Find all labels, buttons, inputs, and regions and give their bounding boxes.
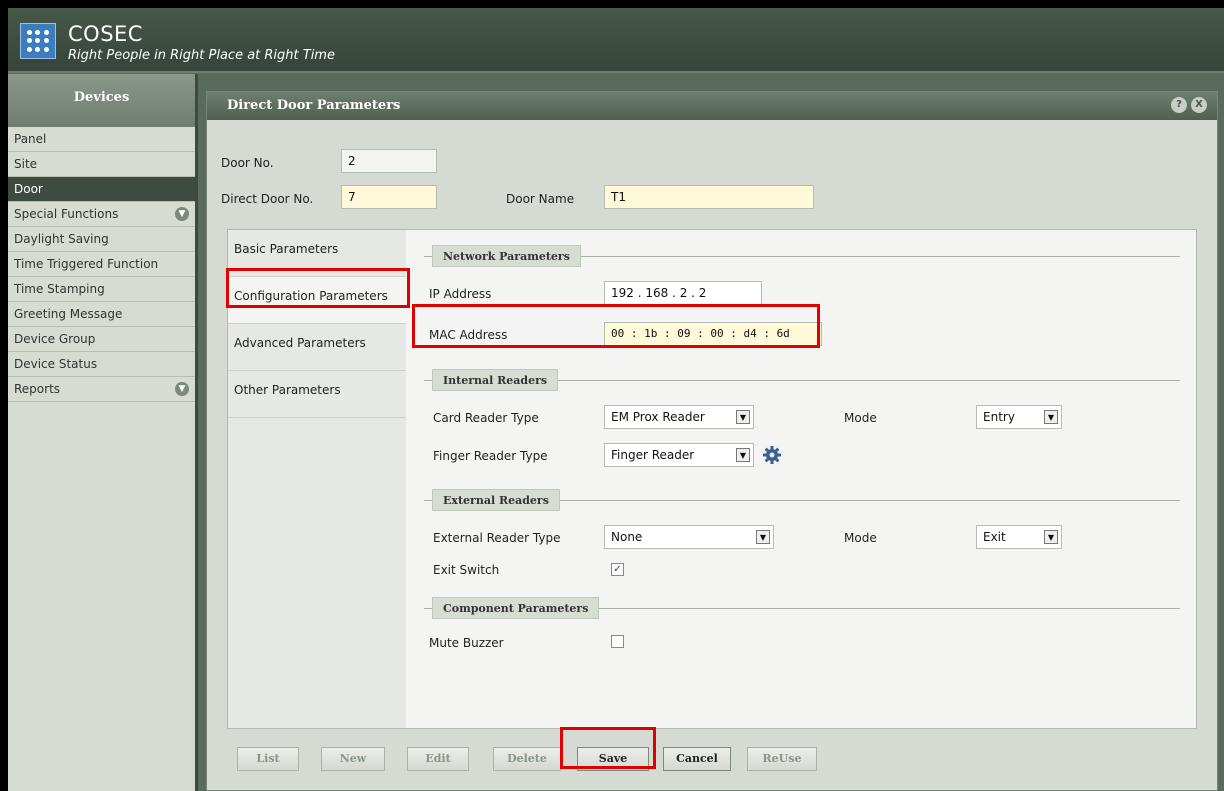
list-button[interactable]: List (237, 747, 299, 771)
app-tagline: Right People in Right Place at Right Tim… (68, 48, 335, 63)
chevron-down-icon[interactable]: ▼ (175, 207, 189, 221)
card-reader-type-label: Card Reader Type (433, 411, 539, 425)
select-value: EM Prox Reader (611, 410, 705, 424)
delete-button[interactable]: Delete (493, 747, 561, 771)
door-name-field[interactable]: T1 (604, 185, 814, 209)
sidebar-item-device-status[interactable]: Device Status (8, 352, 195, 377)
sidebar-item-label: Special Functions (14, 207, 119, 221)
sidebar-item-time-stamping[interactable]: Time Stamping (8, 277, 195, 302)
section-title: External Readers (432, 489, 560, 511)
chevron-down-icon[interactable]: ▼ (1044, 530, 1058, 544)
direct-door-no-field[interactable]: 7 (341, 185, 437, 209)
sidebar-title: Devices (8, 74, 195, 127)
sidebar-item-special-functions[interactable]: Special Functions ▼ (8, 202, 195, 227)
external-readers-section: External Readers (424, 489, 1180, 511)
cosec-logo-icon (20, 23, 56, 59)
sidebar-item-device-group[interactable]: Device Group (8, 327, 195, 352)
highlight-box-save-button (560, 727, 656, 769)
component-parameters-section: Component Parameters (424, 597, 1180, 619)
reuse-button[interactable]: ReUse (747, 747, 817, 771)
select-value: Entry (983, 410, 1015, 424)
exit-switch-checkbox[interactable]: ✓ (611, 563, 624, 576)
highlight-box-mac-address (412, 304, 820, 348)
app-window: COSEC Right People in Right Place at Rig… (8, 8, 1224, 791)
ip-address-label: IP Address (429, 287, 492, 301)
chevron-down-icon[interactable]: ▼ (736, 448, 750, 462)
app-title: COSEC (68, 22, 143, 46)
external-mode-label: Mode (844, 531, 877, 545)
panel-title: Direct Door Parameters (227, 98, 401, 113)
sidebar-item-panel[interactable]: Panel (8, 127, 195, 152)
select-value: Exit (983, 530, 1006, 544)
finger-reader-type-select[interactable]: Finger Reader ▼ (604, 443, 754, 467)
sidebar-item-door[interactable]: Door (8, 177, 195, 202)
gear-icon[interactable] (762, 445, 782, 465)
select-value: None (611, 530, 643, 544)
sidebar-item-reports[interactable]: Reports ▼ (8, 377, 195, 402)
chevron-down-icon[interactable]: ▼ (756, 530, 770, 544)
panel-header: Direct Door Parameters ? X (207, 92, 1217, 120)
mute-buzzer-checkbox[interactable] (611, 635, 624, 648)
card-reader-type-select[interactable]: EM Prox Reader ▼ (604, 405, 754, 429)
internal-readers-section: Internal Readers (424, 369, 1180, 391)
door-no-label: Door No. (221, 156, 274, 170)
cancel-button[interactable]: Cancel (663, 747, 731, 771)
door-name-label: Door Name (506, 192, 575, 206)
section-title: Internal Readers (432, 369, 559, 391)
edit-button[interactable]: Edit (407, 747, 469, 771)
app-header: COSEC Right People in Right Place at Rig… (8, 8, 1224, 73)
close-icon[interactable]: X (1191, 97, 1207, 113)
network-parameters-section: Network Parameters (424, 245, 1180, 267)
section-title: Network Parameters (432, 245, 581, 267)
sidebar-item-time-triggered-function[interactable]: Time Triggered Function (8, 252, 195, 277)
sidebar-item-greeting-message[interactable]: Greeting Message (8, 302, 195, 327)
sidebar-item-site[interactable]: Site (8, 152, 195, 177)
external-reader-type-label: External Reader Type (433, 531, 561, 545)
mute-buzzer-label: Mute Buzzer (429, 636, 504, 650)
external-reader-type-select[interactable]: None ▼ (604, 525, 774, 549)
section-title: Component Parameters (432, 597, 600, 619)
select-value: Finger Reader (611, 448, 695, 462)
chevron-down-icon[interactable]: ▼ (736, 410, 750, 424)
door-no-field[interactable]: 2 (341, 149, 437, 173)
new-button[interactable]: New (321, 747, 385, 771)
sidebar-item-daylight-saving[interactable]: Daylight Saving (8, 227, 195, 252)
exit-switch-label: Exit Switch (433, 563, 500, 577)
internal-mode-select[interactable]: Entry ▼ (976, 405, 1062, 429)
help-icon[interactable]: ? (1171, 97, 1187, 113)
tab-advanced-parameters[interactable]: Advanced Parameters (228, 324, 406, 371)
highlight-box-configuration-tab (226, 268, 410, 308)
sidebar: Devices Panel Site Door Special Function… (8, 74, 198, 791)
ip-address-field[interactable]: 192 . 168 . 2 . 2 (604, 281, 762, 305)
direct-door-parameters-panel: Direct Door Parameters ? X Door No. 2 Di… (206, 91, 1218, 791)
sidebar-item-label: Reports (14, 382, 61, 396)
chevron-down-icon[interactable]: ▼ (175, 382, 189, 396)
internal-mode-label: Mode (844, 411, 877, 425)
finger-reader-type-label: Finger Reader Type (433, 449, 548, 463)
tab-other-parameters[interactable]: Other Parameters (228, 371, 406, 418)
direct-door-no-label: Direct Door No. (221, 192, 314, 206)
external-mode-select[interactable]: Exit ▼ (976, 525, 1062, 549)
chevron-down-icon[interactable]: ▼ (1044, 410, 1058, 424)
